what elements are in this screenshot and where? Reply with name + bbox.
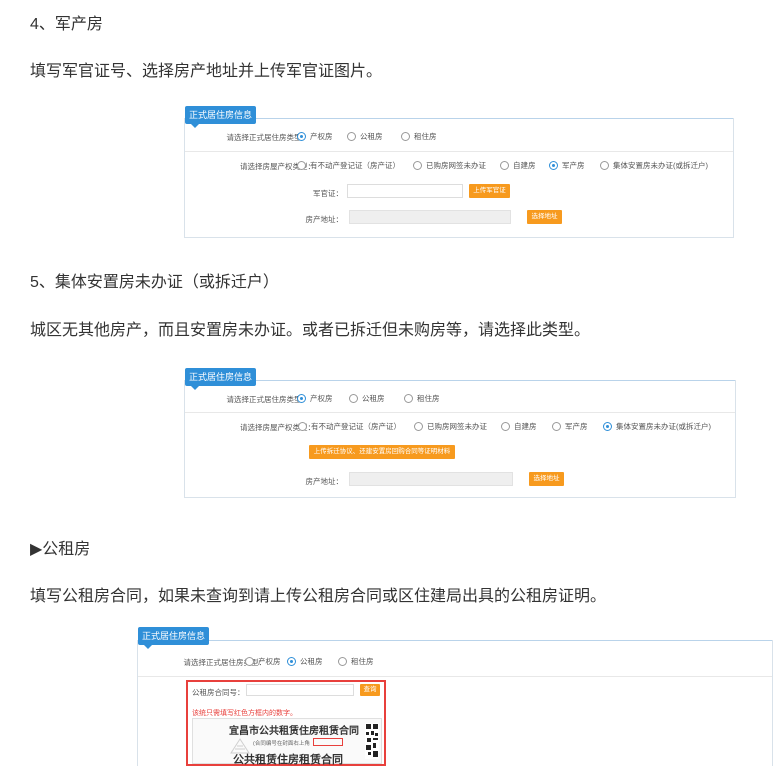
radio-rental[interactable]: 租住房 [338,656,374,667]
radio-checked-icon [287,657,296,666]
upload-officer-id-button[interactable]: 上传军官证 [469,184,510,198]
radio-checked-icon [603,422,612,431]
section-desc-public-rental: 填写公租房合同，如果未查询到请上传公租房合同或区住建局出具的公租房证明。 [30,588,607,605]
radio-public-rental[interactable]: 公租房 [349,393,385,404]
radio-checked-icon [549,161,558,170]
radio-icon [349,394,358,403]
section-desc-collective: 城区无其他房产，而且安置房未办证。或者已拆迁但未购房等，请选择此类型。 [30,322,591,339]
radio-rental[interactable]: 租住房 [401,131,437,142]
officer-id-label: 军官证： [313,189,343,198]
property-address-label: 房产地址： [305,215,344,224]
contract-sample-image: 宜昌市公共租赁住房租赁合同 (合同编号在封面右上角 公共租赁住房租赁合同 [192,718,382,766]
rental-contract-label: 公租房合同号： [192,688,245,697]
radio-self-built[interactable]: 自建房 [501,421,537,432]
radio-icon [245,657,254,666]
section-heading-military: 4、军产房 [30,16,103,33]
select-address-button[interactable]: 选择地址 [529,472,564,486]
property-address-input[interactable] [349,472,513,486]
section-desc-military: 填写军官证号、选择房产地址并上传军官证图片。 [30,63,383,80]
contract-highlight-box: 公租房合同号： 查询 该统只需填写红色方框内的数字。 宜昌市公共租赁住房租赁合同… [186,680,386,766]
radio-icon [600,161,609,170]
radio-icon [404,394,413,403]
query-button[interactable]: 查询 [360,684,380,696]
radio-military[interactable]: 军产房 [552,421,588,432]
radio-self-built[interactable]: 自建房 [500,160,536,171]
form-panel-collective: 正式居住房信息 请选择正式居住房类型： 产权房 公租房 租住房 请选择房屋产权类… [184,368,736,498]
radio-icon [414,422,423,431]
form-panel-military: 正式居住房信息 请选择正式居住房类型： 产权房 公租房 租住房 请选择房屋产权类… [184,106,734,238]
radio-ownership[interactable]: 产权房 [297,393,333,404]
upload-demolition-docs-button[interactable]: 上传拆迁协议、还建安置房回购合同等证明材料 [309,445,455,459]
radio-ownership[interactable]: 产权房 [297,131,333,142]
radio-icon [298,422,307,431]
qr-code-icon [365,723,379,759]
officer-id-input[interactable] [347,184,463,198]
radio-collective[interactable]: 集体安置房未办证(或拆迁户) [600,160,708,171]
radio-icon [401,132,410,141]
panel-tag: 正式居住房信息 [185,368,257,390]
contract-city-title: 宜昌市公共租赁住房租赁合同 [229,726,359,737]
property-address-input[interactable] [349,210,511,224]
radio-rental[interactable]: 租住房 [404,393,440,404]
radio-collective[interactable]: 集体安置房未办证(或拆迁户) [603,421,711,432]
red-hint-text: 该统只需填写红色方框内的数字。 [192,710,297,717]
radio-military[interactable]: 军产房 [549,160,585,171]
radio-public-rental[interactable]: 公租房 [287,656,323,667]
radio-ownership[interactable]: 产权房 [245,656,281,667]
contract-number-marker [313,738,343,746]
radio-icon [347,132,356,141]
radio-checked-icon [297,394,306,403]
radio-icon [552,422,561,431]
house-type-label: 请选择正式居住房类型： [226,395,310,404]
contract-main-title: 公共租赁住房租赁合同 [233,753,343,766]
panel-tag: 正式居住房信息 [185,106,257,128]
property-address-label: 房产地址： [305,477,344,486]
radio-certificate[interactable]: 有不动产登记证（房产证） [298,421,401,432]
radio-checked-icon [297,132,306,141]
radio-icon [338,657,347,666]
radio-icon [501,422,510,431]
radio-certificate[interactable]: 有不动产登记证（房产证） [297,160,400,171]
section-heading-public-rental: ▶公租房 [30,541,91,558]
radio-public-rental[interactable]: 公租房 [347,131,383,142]
select-address-button[interactable]: 选择地址 [527,210,562,224]
house-type-label: 请选择正式居住房类型： [226,133,310,142]
contract-number-hint: (合同编号在封面右上角 [253,741,310,747]
radio-online-signed[interactable]: 已购房网签未办证 [414,421,487,432]
radio-icon [413,161,422,170]
radio-online-signed[interactable]: 已购房网签未办证 [413,160,486,171]
radio-icon [297,161,306,170]
form-panel-public-rental: 正式居住房信息 请选择正式居住房类型： 产权房 公租房 租住房 公租房合同号： … [137,627,773,766]
panel-tag: 正式居住房信息 [138,627,210,649]
rental-contract-input[interactable] [246,684,354,696]
property-type-label: 请选择房屋产权类型： [240,423,315,432]
radio-icon [500,161,509,170]
property-type-label: 请选择房屋产权类型： [240,162,315,171]
section-heading-collective: 5、集体安置房未办证（或拆迁户） [30,274,279,291]
